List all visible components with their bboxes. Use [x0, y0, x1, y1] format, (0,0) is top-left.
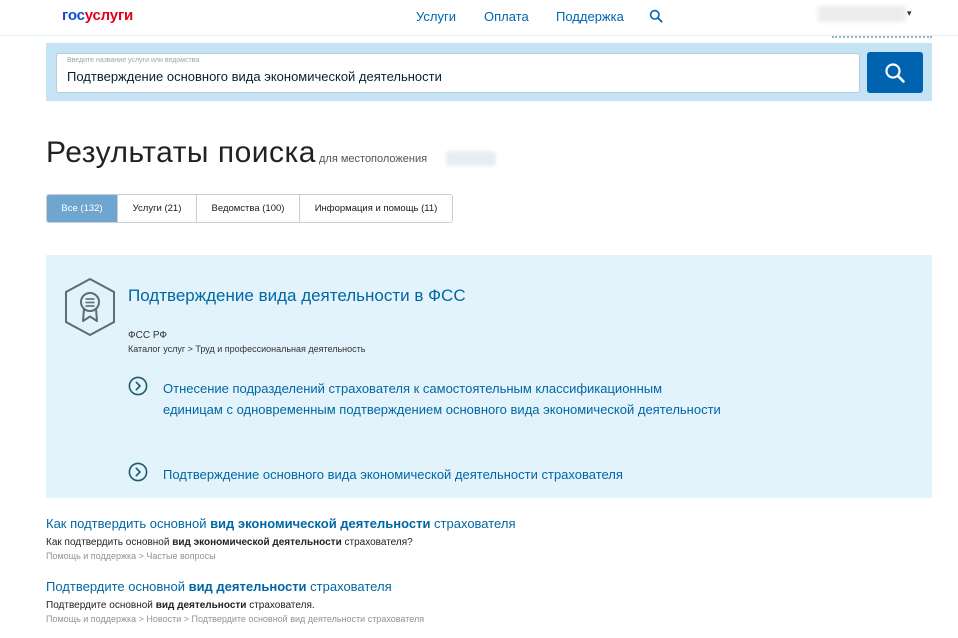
search-icon	[885, 62, 905, 83]
featured-service-org: ФСС РФ	[128, 330, 167, 341]
chevron-circle-icon	[128, 462, 148, 482]
logo-part-gos: гос	[62, 7, 85, 24]
result-title-highlight: вид экономической деятельности	[210, 516, 431, 531]
tab-info-help[interactable]: Информация и помощь (11)	[300, 195, 452, 222]
search-icon[interactable]	[649, 9, 663, 23]
header-dotted-divider	[832, 36, 932, 38]
search-input-hint: Введите название услуги или ведомства	[67, 57, 200, 64]
search-result-breadcrumb: Помощь и поддержка > Частые вопросы	[46, 551, 216, 561]
search-panel: Введите название услуги или ведомства По…	[46, 43, 932, 101]
search-input[interactable]: Введите название услуги или ведомства По…	[56, 53, 860, 93]
featured-subservice-link[interactable]: Подтверждение основного вида экономическ…	[163, 464, 723, 485]
result-title-text: Как подтвердить основной	[46, 516, 211, 531]
certificate-icon	[65, 277, 115, 337]
search-button[interactable]	[867, 52, 923, 93]
logo-part-uslugi: услуги	[84, 7, 134, 24]
result-desc-text: Подтвердите основной	[46, 600, 156, 611]
result-title-text: страхователя	[306, 579, 392, 594]
search-result-item: Как подтвердить основной вид экономическ…	[46, 516, 926, 561]
featured-subservice-item[interactable]: Подтверждение основного вида экономическ…	[128, 462, 748, 486]
page-title: Результаты поиска	[46, 136, 316, 169]
nav-services[interactable]: Услуги	[416, 9, 456, 24]
result-title-text: Подтвердите основной	[46, 579, 189, 594]
tab-departments[interactable]: Ведомства (100)	[197, 195, 300, 222]
result-desc-text: страхователя?	[341, 537, 413, 548]
result-desc-text: Как подтвердить основной	[46, 537, 173, 548]
search-result-breadcrumb: Помощь и поддержка > Новости > Подтверди…	[46, 614, 425, 624]
gosuslugi-logo[interactable]: госуслуги	[62, 7, 133, 24]
search-result-description: Подтвердите основной вид деятельности ст…	[46, 600, 926, 611]
result-desc-highlight: вид деятельности	[155, 600, 247, 611]
result-title-highlight: вид деятельности	[188, 579, 307, 594]
result-desc-text: страхователя.	[246, 600, 315, 611]
search-result-title[interactable]: Как подтвердить основной вид экономическ…	[46, 516, 926, 531]
user-menu-caret-icon[interactable]: ▾	[907, 8, 912, 19]
tab-all[interactable]: Все (132)	[47, 195, 118, 222]
search-result-description: Как подтвердить основной вид экономическ…	[46, 537, 926, 548]
featured-service-breadcrumb: Каталог услуг > Труд и профессиональная …	[128, 344, 366, 354]
location-label: для местоположения	[319, 153, 428, 165]
nav-support[interactable]: Поддержка	[556, 9, 624, 24]
tab-services[interactable]: Услуги (21)	[118, 195, 197, 222]
chevron-circle-icon	[128, 376, 148, 396]
result-tabs: Все (132) Услуги (21) Ведомства (100) Ин…	[46, 194, 453, 223]
featured-service-title[interactable]: Подтверждение вида деятельности в ФСС	[128, 286, 466, 306]
search-result-item: Подтвердите основной вид деятельности ст…	[46, 579, 926, 624]
search-input-value[interactable]: Подтверждение основного вида экономическ…	[67, 69, 442, 84]
featured-subservice-item[interactable]: Отнесение подразделений страхователя к с…	[128, 376, 748, 442]
result-title-text: страхователя	[430, 516, 516, 531]
featured-service-card: Подтверждение вида деятельности в ФСС ФС…	[46, 255, 932, 498]
featured-subservice-link[interactable]: Отнесение подразделений страхователя к с…	[163, 378, 723, 420]
location-value[interactable]	[446, 151, 496, 166]
user-name[interactable]	[818, 6, 906, 22]
search-result-title[interactable]: Подтвердите основной вид деятельности ст…	[46, 579, 926, 594]
result-desc-highlight: вид экономической деятельности	[172, 537, 342, 548]
nav-payment[interactable]: Оплата	[484, 9, 529, 24]
top-header: госуслуги Услуги Оплата Поддержка ▾	[0, 0, 958, 36]
